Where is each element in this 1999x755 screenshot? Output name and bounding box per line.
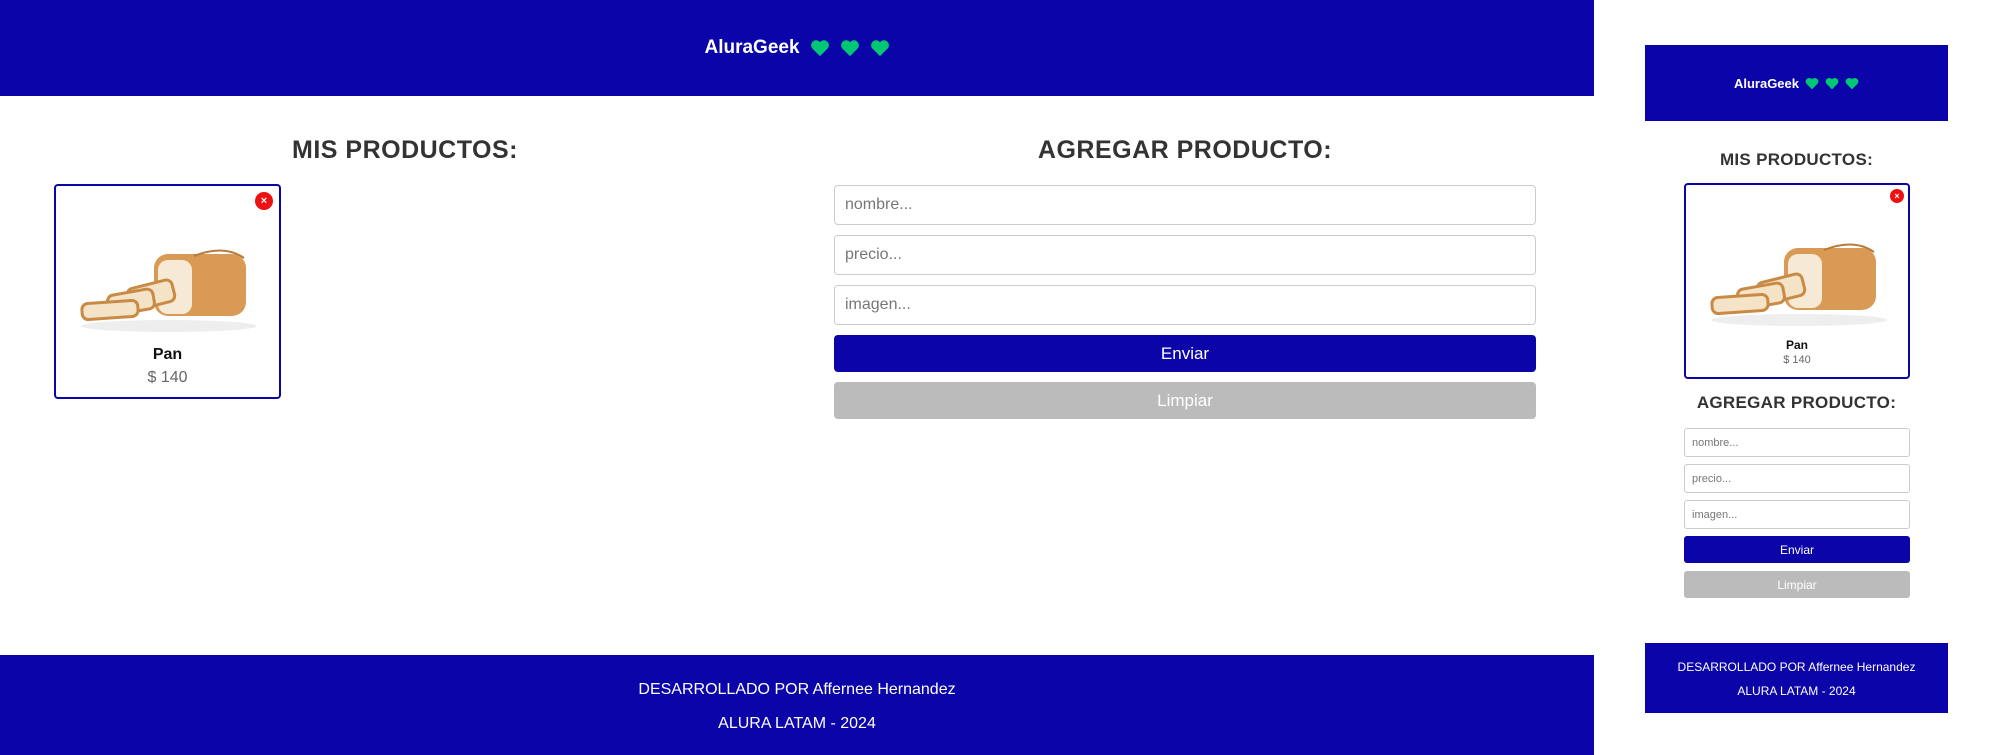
name-input[interactable]	[1684, 428, 1910, 457]
desktop-view: AluraGeek MIS PRODUCTOS: × Pan $ 140 AGR…	[0, 0, 1594, 755]
submit-button[interactable]: Enviar	[1684, 536, 1910, 563]
site-header: AluraGeek	[0, 0, 1594, 96]
product-price: $ 140	[1783, 354, 1811, 366]
price-input[interactable]	[1684, 464, 1910, 493]
product-card[interactable]: × Pan $ 140	[54, 184, 281, 399]
brand-title[interactable]: AluraGeek	[1734, 76, 1799, 91]
heart-icon	[840, 40, 859, 57]
footer-credit: DESARROLLADO POR Affernee Hernandez	[638, 681, 956, 698]
footer-credit: DESARROLLADO POR Affernee Hernandez	[1677, 660, 1916, 674]
mobile-view: AluraGeek MIS PRODUCTOS: × Pan $ 140 AGR…	[1645, 45, 1948, 713]
close-icon[interactable]: ×	[1890, 189, 1904, 203]
submit-button[interactable]: Enviar	[834, 335, 1536, 372]
name-input[interactable]	[834, 185, 1536, 225]
heart-icon	[1845, 77, 1859, 89]
heart-icon	[1805, 77, 1819, 89]
product-card[interactable]: × Pan $ 140	[1684, 183, 1910, 379]
footer-copyright: ALURA LATAM - 2024	[718, 715, 876, 732]
clear-button[interactable]: Limpiar	[1684, 571, 1910, 598]
heart-icon	[1825, 77, 1839, 89]
brand-title[interactable]: AluraGeek	[704, 37, 799, 59]
product-price: $ 140	[147, 369, 188, 386]
site-footer: DESARROLLADO POR Affernee Hernandez ALUR…	[0, 655, 1594, 755]
bread-loaf-image	[1710, 243, 1887, 326]
form-title: AGREGAR PRODUCTO:	[1037, 136, 1333, 164]
heart-icon	[810, 40, 829, 57]
hearts-group	[1805, 77, 1859, 90]
mobile-header: AluraGeek	[1645, 45, 1948, 121]
form-title: AGREGAR PRODUCTO:	[1696, 393, 1897, 412]
product-name: Pan	[1785, 338, 1808, 352]
close-icon[interactable]: ×	[255, 192, 273, 210]
footer-copyright: ALURA LATAM - 2024	[1737, 684, 1856, 698]
products-title: MIS PRODUCTOS:	[1719, 150, 1874, 169]
bread-loaf-image	[80, 249, 257, 332]
products-title: MIS PRODUCTOS:	[292, 136, 518, 164]
clear-button[interactable]: Limpiar	[834, 382, 1536, 419]
image-input[interactable]	[1684, 500, 1910, 529]
heart-icon	[870, 40, 889, 57]
price-input[interactable]	[834, 235, 1536, 275]
product-name: Pan	[152, 346, 183, 363]
image-input[interactable]	[834, 285, 1536, 325]
mobile-footer: DESARROLLADO POR Affernee Hernandez ALUR…	[1645, 643, 1948, 713]
hearts-group	[810, 39, 890, 57]
